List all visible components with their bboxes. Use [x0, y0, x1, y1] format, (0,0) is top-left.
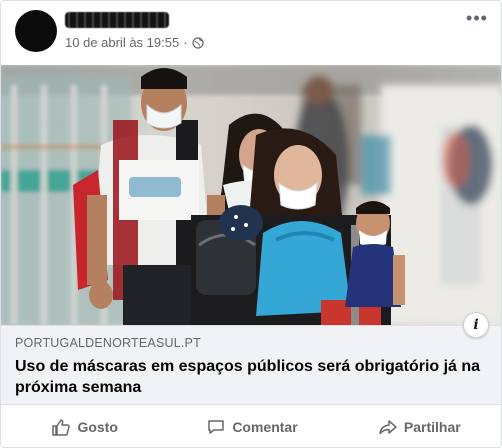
- link-domain: PORTUGALDENORTEASUL.PT: [15, 336, 201, 350]
- post-meta: 10 de abril às 19:55 ·: [65, 35, 204, 50]
- comment-label: Comentar: [232, 419, 298, 435]
- more-horizontal-icon[interactable]: •••: [465, 9, 489, 31]
- post-actions-bar: Gosto Comentar Partilhar: [1, 405, 501, 447]
- post-photo[interactable]: [1, 65, 501, 325]
- globe-icon[interactable]: [191, 36, 204, 49]
- info-icon[interactable]: i: [463, 312, 489, 338]
- thumbs-up-icon: [52, 419, 71, 436]
- comment-bubble-icon: [208, 420, 225, 434]
- like-label: Gosto: [77, 419, 118, 435]
- share-arrow-icon: [379, 420, 397, 435]
- airport-photo-illustration: [1, 65, 501, 325]
- share-label: Partilhar: [403, 419, 461, 435]
- facebook-post-card: redacted 10 de abril às 19:55 · •••: [0, 0, 502, 448]
- author-name: redacted: [65, 12, 169, 28]
- post-timestamp[interactable]: 10 de abril às 19:55: [65, 35, 179, 50]
- comment-button[interactable]: Comentar: [168, 405, 335, 447]
- author-avatar[interactable]: [15, 10, 57, 52]
- link-headline[interactable]: Uso de máscaras em espaços públicos será…: [15, 356, 485, 398]
- like-button[interactable]: Gosto: [1, 405, 168, 447]
- share-button[interactable]: Partilhar: [336, 405, 501, 447]
- meta-separator: ·: [183, 35, 188, 50]
- link-preview[interactable]: PORTUGALDENORTEASUL.PT Uso de máscaras e…: [1, 312, 501, 405]
- author-name-redacted[interactable]: redacted: [65, 12, 169, 28]
